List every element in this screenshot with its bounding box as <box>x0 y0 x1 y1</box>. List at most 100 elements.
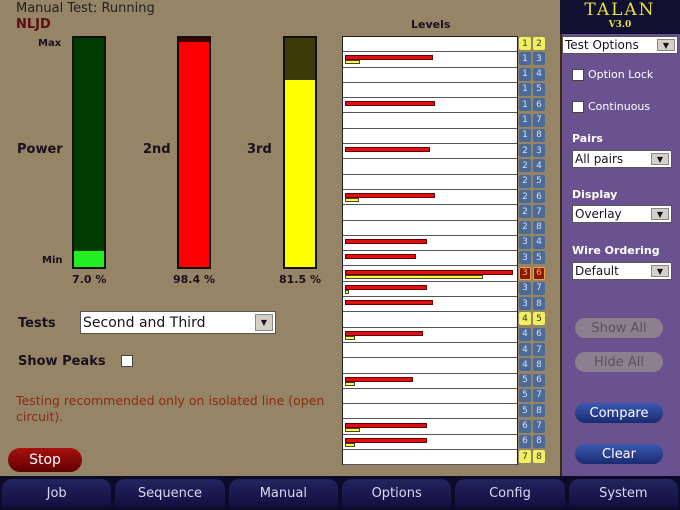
pair-button-46[interactable]: 46 <box>519 327 545 341</box>
level-row <box>343 251 517 267</box>
level-row <box>343 343 517 359</box>
level-row <box>343 420 517 435</box>
pair-button-26[interactable]: 26 <box>519 190 545 203</box>
wire-number: 6 <box>533 190 545 203</box>
wire-number: 6 <box>533 98 545 112</box>
pair-button-34[interactable]: 34 <box>519 235 545 249</box>
wire-number: 2 <box>533 37 545 50</box>
pair-button-17[interactable]: 17 <box>519 113 545 127</box>
pair-button-56[interactable]: 56 <box>519 373 545 387</box>
pair-button-28[interactable]: 28 <box>519 220 545 234</box>
pair-button-67[interactable]: 67 <box>519 419 545 433</box>
wire-number: 4 <box>533 67 545 81</box>
pairs-value: All pairs <box>575 152 624 166</box>
power-label: Power <box>17 142 63 157</box>
continuous-checkbox[interactable] <box>572 101 584 113</box>
second-harmonic-bar <box>345 284 427 290</box>
pairs-select[interactable]: All pairs ▼ <box>572 150 672 168</box>
pair-button-45[interactable]: 45 <box>519 312 545 326</box>
wire-number: 3 <box>519 266 531 280</box>
pair-button-57[interactable]: 57 <box>519 388 545 402</box>
compare-button[interactable]: Compare <box>575 403 663 423</box>
pair-button-27[interactable]: 27 <box>519 205 545 219</box>
continuous-label: Continuous <box>588 100 651 113</box>
logo-text: TALAN <box>584 0 656 20</box>
wire-ordering-select[interactable]: Default ▼ <box>572 262 672 280</box>
level-row <box>343 374 517 389</box>
tab-options[interactable]: Options <box>341 479 452 507</box>
wire-ordering-value: Default <box>575 264 619 278</box>
tab-job[interactable]: Job <box>2 479 112 507</box>
level-row <box>343 205 517 221</box>
level-row <box>343 282 517 298</box>
pair-button-38[interactable]: 38 <box>519 297 545 311</box>
wire-number: 7 <box>533 205 545 219</box>
pair-button-35[interactable]: 35 <box>519 251 545 265</box>
stop-button[interactable]: Stop <box>8 448 82 472</box>
chevron-down-icon: ▼ <box>651 153 669 165</box>
wire-number: 7 <box>533 343 545 356</box>
tab-manual[interactable]: Manual <box>228 479 338 507</box>
pair-button-37[interactable]: 37 <box>519 281 545 295</box>
tab-sequence[interactable]: Sequence <box>115 479 225 507</box>
pair-button-13[interactable]: 13 <box>519 52 545 66</box>
pair-button-25[interactable]: 25 <box>519 174 545 188</box>
clear-button[interactable]: Clear <box>575 444 663 464</box>
wire-number: 1 <box>519 128 531 142</box>
display-select[interactable]: Overlay ▼ <box>572 205 672 223</box>
pair-button-24[interactable]: 24 <box>519 159 545 173</box>
option-lock-label: Option Lock <box>588 68 654 81</box>
levels-title: Levels <box>411 18 451 31</box>
pair-button-48[interactable]: 48 <box>519 358 545 372</box>
wire-number: 8 <box>533 450 545 464</box>
wire-number: 3 <box>519 235 531 249</box>
tab-system[interactable]: System <box>568 479 678 507</box>
tab-config[interactable]: Config <box>455 479 565 507</box>
wire-number: 2 <box>519 174 531 188</box>
level-row <box>343 221 517 236</box>
show-peaks-checkbox[interactable] <box>121 355 133 367</box>
min-label: Min <box>42 255 63 266</box>
pair-button-12[interactable]: 12 <box>519 37 545 50</box>
pair-button-68[interactable]: 68 <box>519 434 545 448</box>
tests-select[interactable]: Second and Third ▼ <box>80 311 276 334</box>
second-label: 2nd <box>143 142 171 157</box>
option-lock-checkbox[interactable] <box>572 69 584 81</box>
show-peaks-label: Show Peaks <box>18 354 106 369</box>
hide-all-button[interactable]: Hide All <box>575 352 663 372</box>
pair-button-23[interactable]: 23 <box>519 144 545 158</box>
wire-number: 5 <box>533 312 545 326</box>
wire-number: 3 <box>533 52 545 66</box>
pair-button-16[interactable]: 16 <box>519 98 545 112</box>
wire-number: 3 <box>519 297 531 311</box>
second-harmonic-bar <box>345 101 436 107</box>
pair-button-58[interactable]: 58 <box>519 404 545 418</box>
pair-button-14[interactable]: 14 <box>519 67 545 81</box>
pair-button-47[interactable]: 47 <box>519 343 545 356</box>
wire-ordering-label: Wire Ordering <box>572 244 660 257</box>
second-percent: 98.4 % <box>173 273 215 286</box>
test-options-select[interactable]: Test Options ▼ <box>562 36 678 54</box>
second-harmonic-bar <box>345 300 434 306</box>
wire-number: 8 <box>533 220 545 234</box>
pair-button-15[interactable]: 15 <box>519 82 545 96</box>
pair-button-78[interactable]: 78 <box>519 450 545 464</box>
show-all-button[interactable]: Show All <box>575 318 663 338</box>
wire-number: 6 <box>519 419 531 433</box>
second-harmonic-bar <box>345 376 413 382</box>
wire-number: 6 <box>533 327 545 341</box>
max-label: Max <box>38 38 62 49</box>
third-fill <box>285 80 315 267</box>
wire-number: 8 <box>533 404 545 418</box>
wire-number: 4 <box>533 235 545 249</box>
test-options-value: Test Options <box>565 38 639 52</box>
wire-number: 8 <box>533 297 545 311</box>
level-row <box>343 190 517 206</box>
pair-button-18[interactable]: 18 <box>519 128 545 142</box>
version-text: V3.0 <box>608 20 632 30</box>
third-label: 3rd <box>247 142 272 157</box>
wire-number: 4 <box>519 343 531 356</box>
level-row <box>343 236 517 252</box>
pair-button-36[interactable]: 36 <box>519 266 545 280</box>
chevron-down-icon: ▼ <box>651 208 669 220</box>
